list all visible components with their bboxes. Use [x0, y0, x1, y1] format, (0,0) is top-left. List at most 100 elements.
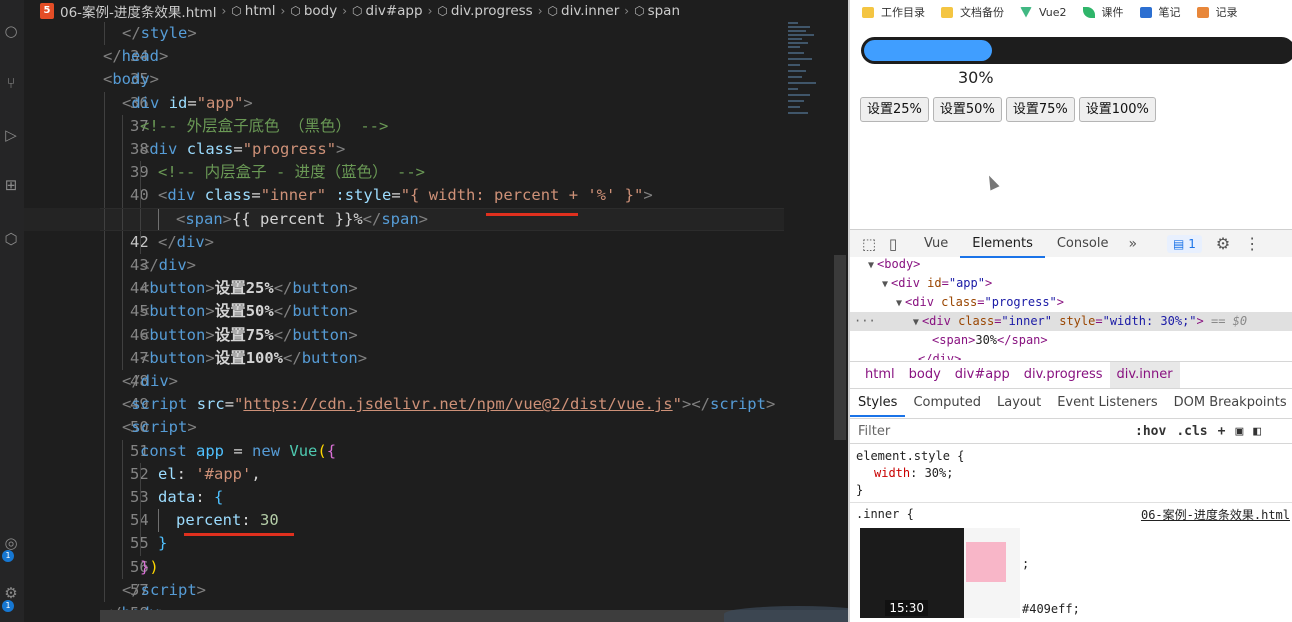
tab-vue[interactable]: Vue	[912, 230, 960, 258]
code-token: span	[185, 209, 223, 228]
settings-gear-icon[interactable]: ⚙	[2, 584, 20, 602]
crumb-body[interactable]: body	[902, 362, 948, 388]
code-link[interactable]: https://cdn.jsdelivr.net/npm/vue@2/dist/…	[243, 395, 672, 413]
code-token: div	[158, 256, 187, 274]
code-token: script	[131, 395, 188, 414]
tab-computed[interactable]: Computed	[905, 389, 989, 417]
breadcrumb-item[interactable]: ⬡ html	[231, 3, 275, 19]
code-line[interactable]: 36 <body>	[24, 68, 784, 111]
tab-event-listeners[interactable]: Event Listeners	[1049, 389, 1165, 417]
code-token: '#app'	[195, 464, 252, 483]
code-line[interactable]: 50 <script src="https://cdn.jsdelivr.net…	[24, 393, 784, 436]
tab-styles[interactable]: Styles	[850, 389, 906, 417]
code-line[interactable]: 46 <button>设置50%</button>	[24, 300, 784, 344]
video-thumbnail[interactable]: 15:30	[860, 528, 1020, 618]
rule-source-link[interactable]: 06-案例-进度条效果.html	[1141, 506, 1290, 523]
crumb-div-app[interactable]: div#app	[948, 362, 1017, 388]
minimap[interactable]	[784, 22, 834, 132]
code-token: "inner"	[260, 186, 327, 205]
code-line[interactable]: 35 </head>	[24, 45, 784, 88]
code-line[interactable]: 58 </script>	[24, 578, 784, 622]
code-line[interactable]: 43 </div>	[24, 230, 784, 274]
elements-dom-tree[interactable]: ▼ <body> ▼ <div id="app"> ▼ <div class="pro…	[850, 257, 1292, 360]
code-line[interactable]: 40 <!-- 内层盒子 - 进度（蓝色） -->	[24, 161, 784, 204]
dom-node[interactable]: ▼ <div class="progress">	[896, 293, 1292, 312]
breadcrumb-file[interactable]: 06-案例-进度条效果.html	[60, 1, 216, 21]
more-options-icon[interactable]: ⋮	[1244, 234, 1260, 253]
crumb-html[interactable]: html	[858, 362, 902, 388]
code-line[interactable]: 57 })	[24, 555, 784, 599]
code-token: head	[121, 47, 159, 66]
code-line[interactable]: 37 <div id="app">	[24, 91, 784, 135]
more-tabs-icon[interactable]: »	[1120, 236, 1145, 252]
code-editor[interactable]: 5 06-案例-进度条效果.html › ⬡ html › ⬡ body › ⬡ di…	[24, 0, 848, 622]
code-line[interactable]: 41 <div class="inner" :style="{ width: p…	[24, 184, 784, 228]
code-line[interactable]: 47 <button>设置75%</button>	[24, 323, 784, 367]
remote-icon[interactable]: ⬡	[2, 230, 20, 248]
rule-declaration[interactable]: width: 30%;	[874, 465, 953, 482]
computed-toggle-icon[interactable]: ▣	[1235, 424, 1243, 439]
set-75-button[interactable]: 设置75%	[1005, 97, 1075, 122]
set-50-button[interactable]: 设置50%	[932, 97, 1002, 122]
editor-scrollbar[interactable]	[834, 255, 846, 440]
add-rule-icon[interactable]: +	[1218, 424, 1226, 439]
styles-filter-input[interactable]: Filter	[850, 424, 1135, 439]
sidebar-toggle-icon[interactable]: ◧	[1253, 424, 1261, 439]
tab-layout[interactable]: Layout	[989, 389, 1049, 417]
code-line[interactable]: 53 el: '#app',	[24, 462, 784, 506]
dom-node[interactable]: <span>30%</span>	[932, 331, 1292, 350]
code-line[interactable]: 56 }	[24, 532, 784, 576]
settings-gear-icon[interactable]: ⚙	[1216, 234, 1230, 253]
bookmark[interactable]: 笔记	[1139, 4, 1181, 20]
element-icon: ⬡	[231, 4, 242, 18]
code-line[interactable]: 54 data: {	[24, 486, 784, 529]
bookmark[interactable]: 文档备份	[941, 4, 1004, 20]
search-icon[interactable]: ○	[2, 22, 20, 40]
breadcrumb-item[interactable]: ⬡ div.inner	[548, 3, 620, 19]
bookmark[interactable]: 记录	[1196, 4, 1238, 20]
code-line[interactable]: 38 <!-- 外层盒子底色 （黑色） -->	[24, 114, 784, 158]
code-line[interactable]: 44 </div>	[24, 254, 784, 297]
code-line[interactable]: 34 </style>	[24, 22, 784, 65]
source-control-icon[interactable]: ⑂	[2, 74, 20, 92]
cls-toggle[interactable]: .cls	[1176, 424, 1207, 439]
code-comment: <!-- 内层盒子 - 进度（蓝色） -->	[158, 163, 425, 182]
dom-node-selected[interactable]: ··· ▼ <div class="inner" style="width: 30…	[850, 312, 1292, 331]
code-line-active[interactable]: 42 <span>{{ percent }}%</span>	[24, 207, 784, 251]
run-debug-icon[interactable]: ▷	[2, 126, 20, 144]
code-line[interactable]: 48 <button>设置100%</button>	[24, 346, 784, 390]
dom-node[interactable]: ▼ <div id="app">	[882, 274, 1292, 293]
set-25-button[interactable]: 设置25%	[860, 97, 929, 122]
devtools-toolbar: ⬚ ▯ Vue Elements Console » ▤ 1 ⚙ ⋮	[850, 229, 1292, 258]
extensions-icon[interactable]: ⊞	[2, 176, 20, 194]
set-100-button[interactable]: 设置100%	[1078, 97, 1156, 122]
chevron-right-icon: ›	[221, 4, 227, 18]
account-icon[interactable]: ◎	[2, 534, 20, 552]
dom-node[interactable]: ▼ <body>	[868, 257, 1292, 274]
code-line[interactable]: 49 </div>	[24, 370, 784, 413]
code-lines[interactable]: 34 </style> 35 </head> 36 <body> 37 <div…	[24, 22, 784, 622]
code-line[interactable]: 55 percent: 30	[24, 509, 784, 552]
crumb-div-progress[interactable]: div.progress	[1017, 362, 1110, 388]
crumb-div-inner[interactable]: div.inner	[1109, 361, 1180, 388]
breadcrumb-item[interactable]: ⬡ body	[290, 3, 337, 19]
hov-toggle[interactable]: :hov	[1135, 424, 1166, 439]
code-line[interactable]: 52 const app = new Vue({	[24, 439, 784, 483]
breadcrumb-item[interactable]: ⬡ div#app	[352, 3, 423, 19]
tab-console[interactable]: Console	[1045, 230, 1121, 258]
bookmark[interactable]: 课件	[1082, 4, 1124, 20]
code-line[interactable]: 45 <button>设置25%</button>	[24, 277, 784, 320]
tab-elements[interactable]: Elements	[960, 230, 1045, 258]
code-token: Vue	[289, 441, 318, 460]
code-line[interactable]: 39 <div class="progress">	[24, 138, 784, 181]
messages-badge[interactable]: ▤ 1	[1167, 234, 1202, 253]
bookmark[interactable]: 工作目录	[862, 4, 925, 20]
dom-node[interactable]: </div>	[918, 350, 1292, 360]
device-toggle-icon[interactable]: ▯	[882, 233, 904, 255]
tab-dom-breakpoints[interactable]: DOM Breakpoints	[1166, 389, 1292, 417]
code-line[interactable]: 51 <script>	[24, 416, 784, 460]
breadcrumb-item[interactable]: ⬡ span	[634, 3, 680, 19]
breadcrumb-item[interactable]: ⬡ div.progress	[437, 3, 532, 19]
inspect-element-icon[interactable]: ⬚	[858, 233, 880, 255]
bookmark[interactable]: Vue2	[1020, 6, 1067, 19]
